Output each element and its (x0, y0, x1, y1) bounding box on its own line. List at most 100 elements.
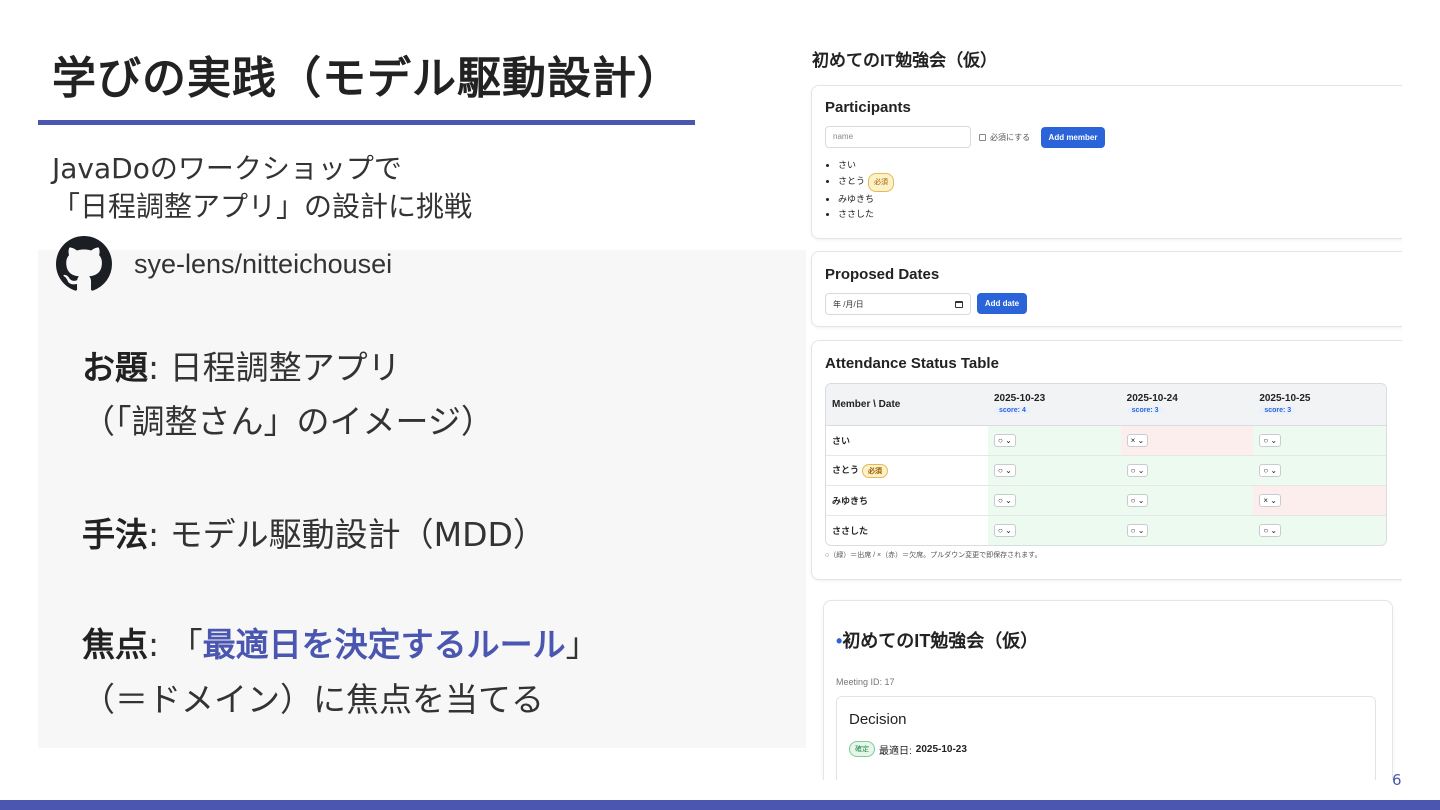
point-focus-note: （＝ドメイン）に焦点を当てる (82, 680, 544, 719)
status-cell: ○ ⌄ (1253, 515, 1386, 545)
date-label: 2025-10-25 (1259, 393, 1311, 405)
attendance-legend: ○（緑）＝出席 / ×（赤）＝欠席。プルダウン変更で即保存されます。 (825, 552, 1042, 559)
status-select[interactable]: × ⌄ (1259, 493, 1281, 507)
required-checkbox[interactable]: 必須にする (979, 132, 1030, 143)
add-date-button[interactable]: Add date (977, 293, 1027, 314)
date-input[interactable]: 年 /月/日 (825, 293, 971, 315)
status-select[interactable]: ○ ⌄ (994, 523, 1016, 537)
app-title: 初めてのIT勉強会（仮） (812, 51, 998, 70)
member-cell: みゆきち (826, 485, 988, 516)
checkbox-box[interactable] (979, 134, 986, 141)
table-header-row: Member \ Date 2025-10-23 score: 4 2025-10… (826, 384, 1386, 426)
event-title: •初めてのIT勉強会（仮） (836, 627, 1038, 653)
member-cell: さとう 必須 (826, 455, 988, 486)
list-item: ささした (838, 207, 894, 222)
status-value: ○ (1263, 525, 1269, 535)
required-badge: 必須 (868, 173, 895, 192)
status-select[interactable]: ○ ⌄ (1126, 463, 1149, 477)
intro-text: JavaDoのワークショップで 「日程調整アプリ」の設計に挑戦 (52, 150, 472, 226)
status-select[interactable]: ○ ⌄ (994, 463, 1016, 477)
status-value: ○ (1263, 435, 1269, 445)
point-method: 手法: モデル駆動設計（MDD） (82, 508, 546, 562)
table-row: みゆきち ○ ⌄ ○ ⌄ × ⌄ (826, 485, 1386, 516)
attendance-heading: Attendance Status Table (825, 355, 999, 372)
required-badge: 必須 (862, 463, 889, 478)
table-row: さい ○ ⌄ × ⌄ ○ ⌄ (826, 425, 1386, 456)
slide-title: 学びの実践（モデル駆動設計） (52, 53, 682, 104)
member-name: みゆきち (838, 194, 875, 204)
best-date-value: 2025-10-23 (915, 743, 967, 755)
github-repo-name: sye-lens/nitteichousei (134, 248, 393, 279)
decision-box: Decision 確定 最適日: 2025-10-23 (836, 696, 1376, 780)
confirmed-badge: 確定 (849, 741, 875, 757)
list-item: さとう必須 (838, 173, 895, 192)
status-select[interactable]: ○ ⌄ (1259, 463, 1282, 477)
focus-post: 」 (565, 625, 599, 664)
method-label: 手法 (82, 515, 148, 554)
proposed-dates-card: Proposed Dates 年 /月/日 Add date (811, 251, 1402, 327)
status-select[interactable]: ○ ⌄ (1126, 523, 1149, 537)
status-cell: × ⌄ (1120, 425, 1254, 456)
status-value: ○ (1130, 525, 1136, 535)
status-value: × (1263, 495, 1268, 505)
participants-card: Participants name 必須にする Add member さい さと… (811, 85, 1402, 239)
title-underline (38, 120, 695, 125)
member-name: さとう (832, 464, 860, 475)
point-theme-note: （「調整さん」のイメージ） (82, 402, 494, 441)
table-row: さとう 必須 ○ ⌄ ○ ⌄ ○ ⌄ (826, 455, 1386, 486)
status-value: ○ (1130, 465, 1136, 475)
focus-label: 焦点 (82, 625, 148, 664)
status-value: ○ (998, 495, 1003, 505)
status-select[interactable]: ○ ⌄ (1259, 433, 1282, 447)
corner-header: Member \ Date (826, 384, 988, 426)
status-value: ○ (998, 525, 1003, 535)
status-cell: ○ ⌄ (1120, 455, 1254, 486)
status-cell: × ⌄ (1253, 485, 1386, 516)
table-row: ささした ○ ⌄ ○ ⌄ ○ ⌄ (826, 515, 1386, 545)
status-select[interactable]: ○ ⌄ (994, 433, 1016, 447)
add-member-button[interactable]: Add member (1041, 127, 1105, 148)
status-cell: ○ ⌄ (1253, 455, 1386, 486)
status-value: ○ (1263, 465, 1269, 475)
github-link[interactable]: sye-lens/nitteichousei (56, 236, 392, 292)
status-select[interactable]: × ⌄ (1126, 433, 1149, 447)
status-cell: ○ ⌄ (988, 455, 1121, 486)
intro-line-2: 「日程調整アプリ」の設計に挑戦 (52, 190, 473, 223)
event-detail-card: •初めてのIT勉強会（仮） Meeting ID: 17 Decision 確定… (823, 600, 1393, 780)
calendar-icon[interactable] (955, 300, 963, 308)
date-header: 2025-10-25 score: 3 (1253, 384, 1386, 426)
status-value: ○ (1130, 495, 1136, 505)
attendance-table: Member \ Date 2025-10-23 score: 4 2025-10… (825, 383, 1387, 546)
status-select[interactable]: ○ ⌄ (1259, 523, 1282, 537)
point-focus: 焦点: 「最適日を決定するルール」 (82, 618, 599, 672)
score-badge: score: 3 (1259, 407, 1297, 415)
status-cell: ○ ⌄ (988, 515, 1121, 545)
meeting-id: Meeting ID: 17 (836, 677, 895, 687)
participants-heading: Participants (825, 99, 911, 116)
app-screenshot: 初めてのIT勉強会（仮） Participants name 必須にする Add… (808, 40, 1402, 780)
status-select[interactable]: ○ ⌄ (1126, 493, 1149, 507)
status-value: ○ (998, 465, 1003, 475)
status-select[interactable]: ○ ⌄ (994, 493, 1016, 507)
footer-bar (0, 800, 1440, 810)
member-cell: ささした (832, 525, 869, 536)
date-placeholder: 年 /月/日 (833, 299, 864, 309)
attendance-card: Attendance Status Table Member \ Date 20… (811, 340, 1402, 580)
required-checkbox-label: 必須にする (990, 133, 1031, 142)
member-name-input[interactable]: name (825, 126, 971, 148)
date-label: 2025-10-23 (994, 393, 1046, 405)
score-badge: score: 4 (994, 407, 1031, 415)
score-badge: score: 3 (1126, 407, 1164, 415)
decision-row: 確定 最適日: 2025-10-23 (849, 741, 967, 757)
event-title-text: 初めてのIT勉強会（仮） (842, 631, 1039, 651)
list-item: みゆきち (838, 192, 894, 207)
page-number: 6 (1392, 771, 1402, 789)
theme-label: お題 (82, 348, 148, 387)
date-label: 2025-10-24 (1126, 393, 1178, 405)
github-icon (56, 236, 112, 291)
date-header: 2025-10-23 score: 4 (988, 384, 1121, 426)
decision-heading: Decision (849, 711, 907, 728)
date-header: 2025-10-24 score: 3 (1120, 384, 1254, 426)
method-value: : モデル駆動設計（MDD） (148, 515, 546, 554)
status-cell: ○ ⌄ (988, 425, 1121, 456)
